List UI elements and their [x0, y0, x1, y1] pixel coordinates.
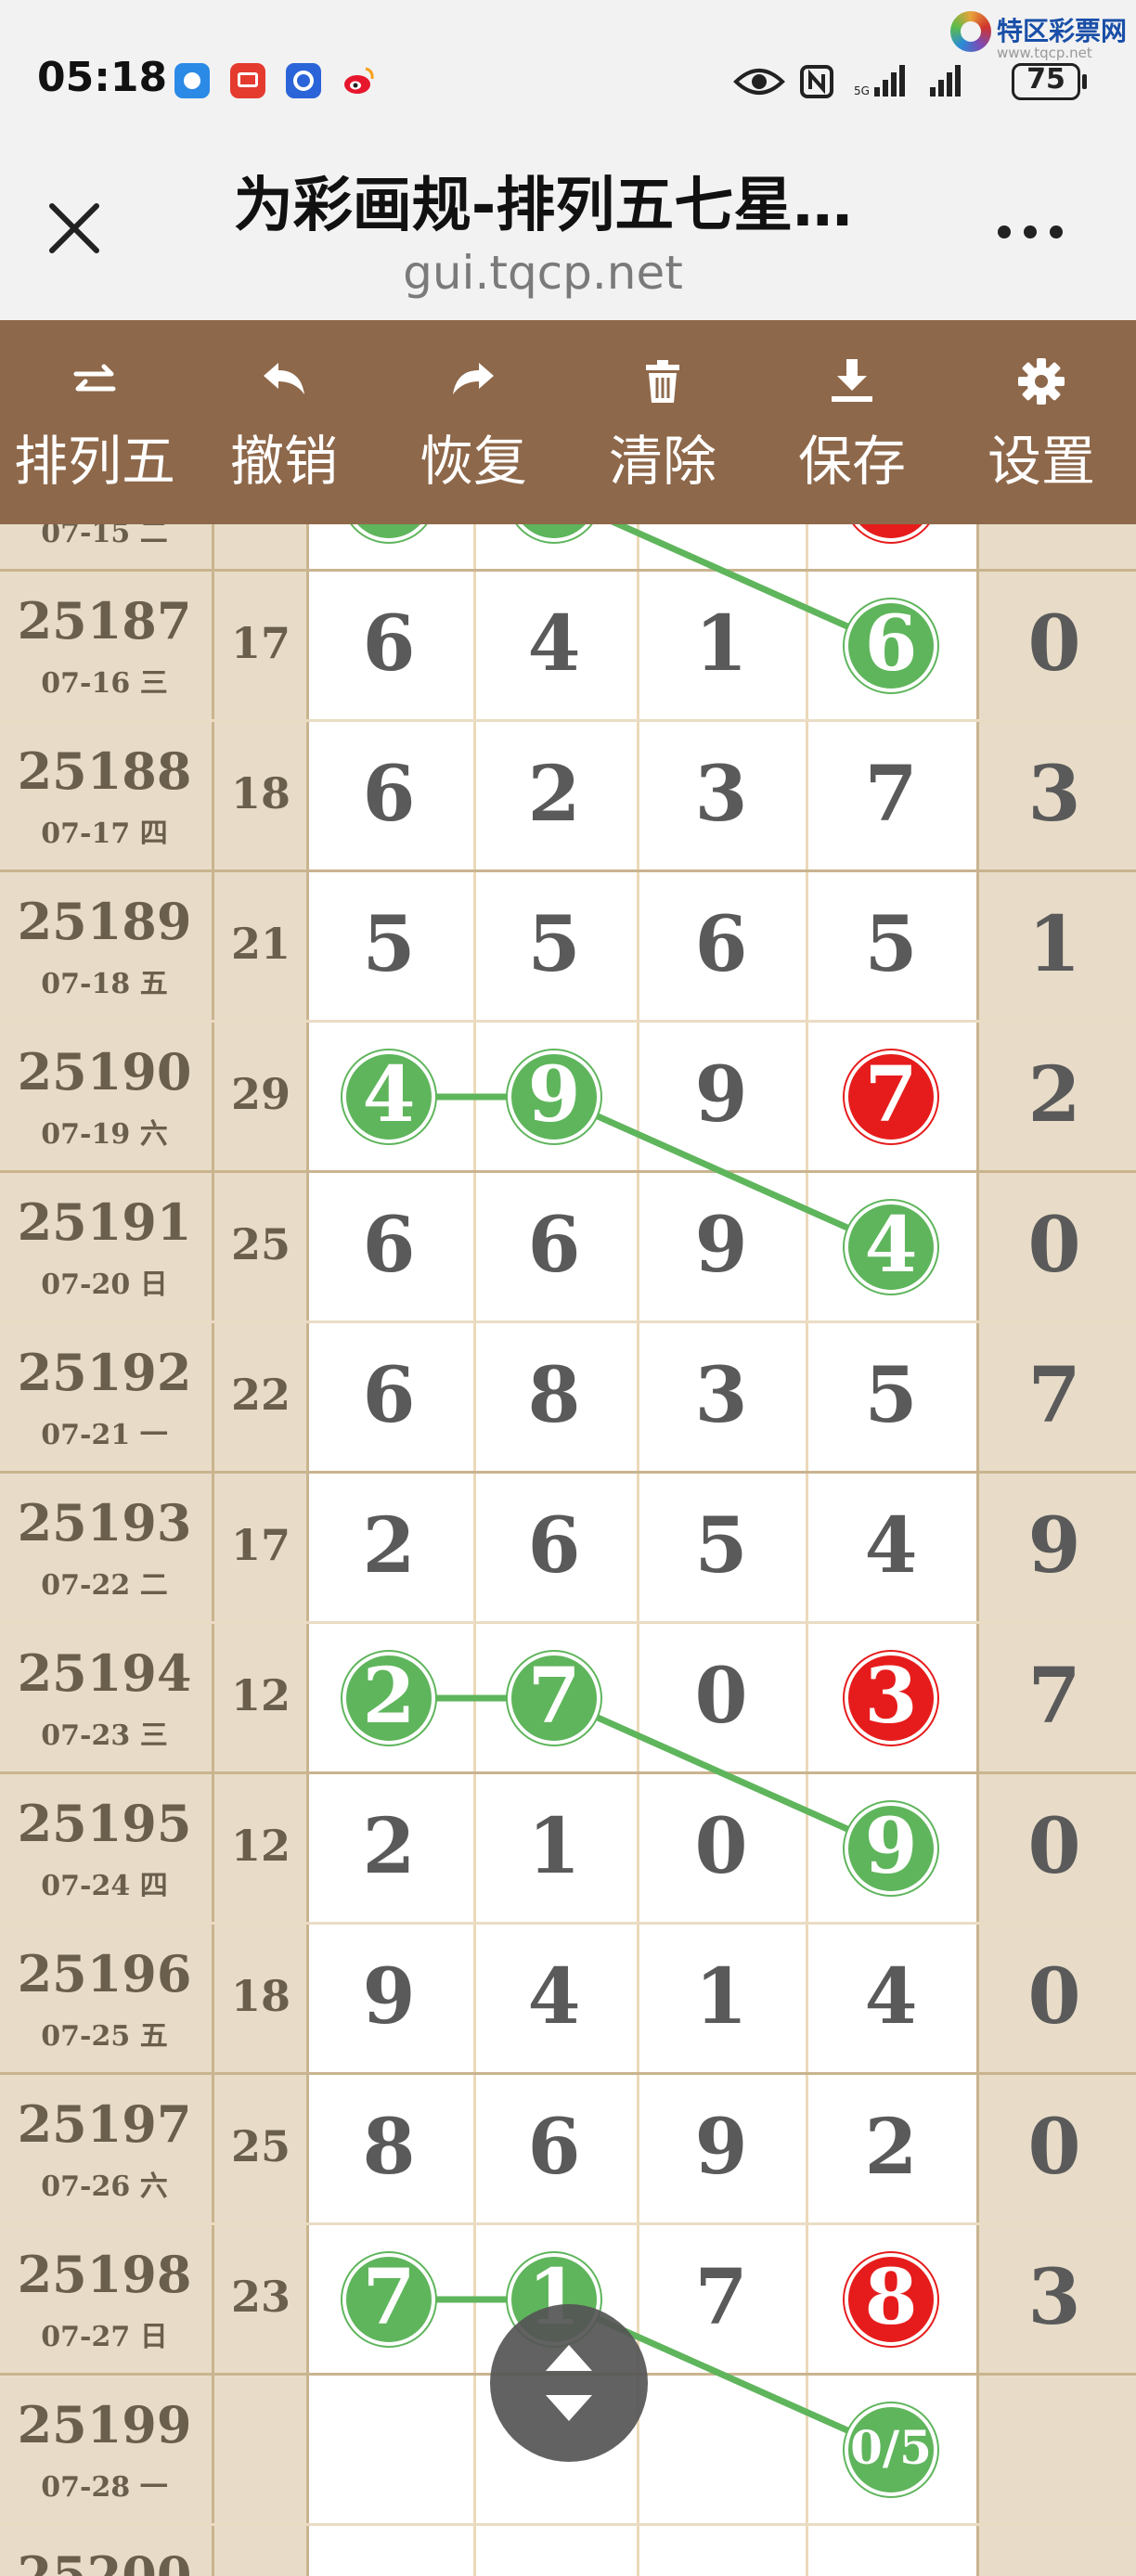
digit-cell[interactable]: 8 — [342, 2103, 435, 2192]
browser-header: 为彩画规-排列五七星… gui.tqcp.net — [0, 139, 1136, 320]
weibo-icon — [342, 63, 377, 98]
digit-cell[interactable]: 7 — [845, 750, 937, 839]
digit-cell[interactable]: 4 — [845, 1501, 937, 1591]
toolbar-settings-button[interactable]: 设置 — [947, 320, 1136, 524]
digit-cell[interactable]: 2 — [845, 524, 937, 538]
digit-cell[interactable]: 3 — [845, 1652, 937, 1741]
digit-cell[interactable]: 1 — [675, 1952, 768, 2041]
redo-icon — [453, 363, 494, 394]
browser-notification-icon — [286, 63, 321, 98]
trash-icon — [646, 360, 679, 403]
digit-cell[interactable]: 1 — [675, 599, 768, 689]
digit-cell[interactable]: 6 — [342, 599, 435, 689]
scroll-toggle-button[interactable] — [490, 2304, 648, 2462]
digit-cell[interactable]: 4 — [508, 1952, 600, 2041]
digit-cell[interactable]: 3 — [675, 750, 768, 839]
signal-icon-2 — [930, 65, 961, 97]
digit-cell[interactable]: 8 — [508, 1351, 600, 1440]
digit-cell[interactable]: 0 — [675, 1802, 768, 1891]
battery-icon: 75 — [1012, 63, 1080, 100]
status-time: 05:18 — [37, 54, 168, 101]
mail-notification-icon — [230, 63, 265, 98]
toolbar-label: 保存 — [797, 430, 906, 493]
toolbar-label: 撤销 — [229, 430, 338, 493]
digit-cell[interactable]: 7 — [342, 2253, 435, 2342]
status-icons: 5G 75 — [733, 61, 1123, 102]
digit-cell[interactable]: 4 — [845, 1952, 937, 2041]
digit-cell[interactable]: 2 — [508, 750, 600, 839]
gear-icon — [1018, 358, 1065, 405]
watermark-text: 特区彩票网 — [997, 16, 1128, 46]
undo-icon — [264, 363, 304, 394]
toolbar-label: 排列五 — [13, 430, 175, 493]
digit-cell[interactable]: 7 — [508, 1652, 600, 1741]
digit-cell[interactable]: 3 — [675, 1351, 768, 1440]
digit-cell[interactable]: 5 — [508, 900, 600, 989]
digit-cell[interactable]: 9 — [508, 1050, 600, 1140]
svg-text:5G: 5G — [854, 84, 870, 97]
digit-cell[interactable]: 6 — [845, 599, 937, 689]
digit-cell[interactable]: 5 — [845, 900, 937, 989]
digit-cell[interactable]: 4 — [508, 599, 600, 689]
toolbar-save-button[interactable]: 保存 — [757, 320, 947, 524]
nfc-icon — [800, 65, 833, 98]
digit-cell[interactable]: 6 — [342, 1201, 435, 1290]
digit-cell[interactable]: 1 — [675, 524, 768, 538]
page-url: gui.tqcp.net — [403, 246, 683, 300]
digit-cell[interactable]: 5 — [845, 1351, 937, 1440]
digit-cell[interactable]: 9 — [675, 2103, 768, 2192]
digit-cell[interactable]: 9 — [675, 1050, 768, 1140]
digit-cell[interactable]: 9 — [675, 1201, 768, 1290]
digit-cell[interactable]: 4 — [342, 1050, 435, 1140]
digit-cell[interactable]: 1 — [508, 524, 600, 538]
watermark-url: www.tqcp.net — [997, 45, 1092, 61]
digit-cell[interactable]: 1 — [508, 1802, 600, 1891]
toolbar-redo-button[interactable]: 恢复 — [379, 320, 568, 524]
toolbar-label: 清除 — [608, 430, 716, 493]
digit-cell[interactable]: 2 — [845, 2103, 937, 2192]
digit-cell[interactable]: 2 — [342, 1501, 435, 1591]
watermark-logo-icon — [950, 11, 991, 52]
digit-cell[interactable]: 0 — [675, 1652, 768, 1741]
digit-cell[interactable]: 5 — [342, 900, 435, 989]
page-title: 为彩画规-排列五七星… — [233, 172, 853, 240]
digit-cell[interactable]: 5 — [675, 1501, 768, 1591]
status-bar: 05:18 特区彩票网 www.tqcp.net 5G 75 — [0, 0, 1136, 139]
signal-icon: 5G — [854, 65, 905, 97]
more-options-icon[interactable] — [993, 213, 1067, 251]
digit-cell[interactable]: 6 — [508, 1501, 600, 1591]
toolbar-label: 恢复 — [419, 430, 527, 493]
digit-cell[interactable]: 7 — [845, 1050, 937, 1140]
close-icon[interactable] — [41, 195, 108, 262]
digit-cell[interactable]: 6 — [508, 1201, 600, 1290]
digit-cell[interactable]: 6 — [342, 1351, 435, 1440]
digit-cell[interactable]: 6 — [508, 2103, 600, 2192]
digit-cell[interactable]: 4 — [845, 1201, 937, 1290]
toolbar-clear-button[interactable]: 清除 — [568, 320, 757, 524]
digit-cell[interactable]: 3 — [342, 524, 435, 538]
digit-cell[interactable]: 7 — [675, 2253, 768, 2342]
download-icon — [832, 359, 872, 402]
watermark-logo: 特区彩票网 www.tqcp.net — [947, 9, 1136, 65]
eye-icon — [733, 69, 785, 95]
toolbar-switch-game-button[interactable]: 排列五 — [0, 320, 189, 524]
up-down-arrows-icon — [546, 2345, 592, 2421]
battery-level: 75 — [1026, 63, 1065, 96]
digit-cell[interactable]: 2 — [342, 1802, 435, 1891]
toolbar-undo-button[interactable]: 撤销 — [189, 320, 379, 524]
battery-tip — [1082, 74, 1087, 89]
digit-cell[interactable]: 9 — [845, 1802, 937, 1891]
digit-cell[interactable]: 6 — [342, 750, 435, 839]
digit-cell[interactable]: 6 — [675, 900, 768, 989]
draw-grid-table[interactable]: 07-15 二132518707-16 三1764102518807-17 四1… — [0, 524, 1136, 2576]
swap-icon — [73, 364, 116, 392]
digit-cell[interactable]: 0/5 — [840, 2420, 942, 2475]
digit-cell[interactable]: 9 — [342, 1952, 435, 2041]
digit-cell[interactable]: 8 — [845, 2253, 937, 2342]
toolbar-label: 设置 — [987, 430, 1095, 493]
digit-cell[interactable]: 2 — [342, 1652, 435, 1741]
toolbar: 排列五 撤销 恢复 清除 保存 设置 — [0, 320, 1136, 524]
app-notification-icon — [174, 63, 210, 98]
